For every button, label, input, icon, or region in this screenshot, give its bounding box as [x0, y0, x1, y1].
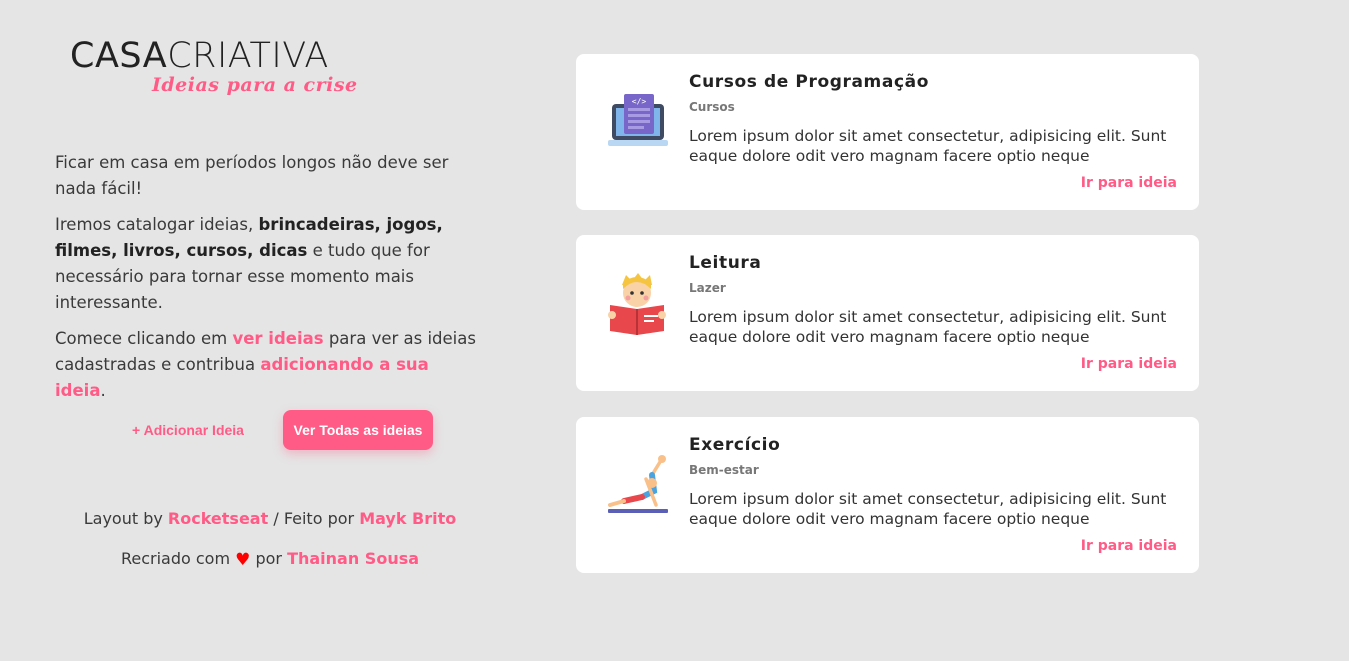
intro-paragraph-2: Iremos catalogar ideias, brincadeiras, j… [55, 215, 443, 312]
add-idea-button[interactable]: + Adicionar Ideia [118, 410, 258, 450]
svg-text:</>: </> [632, 97, 647, 106]
go-to-idea-link[interactable]: Ir para ideia [1081, 356, 1177, 372]
card-category: Bem-estar [689, 463, 759, 477]
card-category: Cursos [689, 100, 735, 114]
footer-remade-line: Recriado com ♥ por Thainan Sousa [55, 546, 485, 572]
footer-credits: Layout by Rocketseat / Feito por Mayk Br… [55, 506, 485, 586]
card-title: Leitura [689, 253, 762, 273]
intro-paragraph-3: Comece clicando em ver ideias para ver a… [55, 329, 476, 400]
footer-layout-line: Layout by Rocketseat / Feito por Mayk Br… [83, 509, 457, 528]
logo-wordmark: CASACRIATIVA [70, 36, 329, 76]
child-reading-icon [606, 271, 670, 335]
card-description: Lorem ipsum dolor sit amet consectetur, … [689, 127, 1167, 165]
idea-card: </> Cursos de Programação Cursos Lorem i… [576, 54, 1199, 210]
card-title: Exercício [689, 435, 781, 455]
logo-tagline: Ideias para a crise [152, 74, 358, 96]
laptop-code-icon: </> [606, 90, 670, 154]
go-to-idea-link[interactable]: Ir para ideia [1081, 175, 1177, 191]
card-title: Cursos de Programação [689, 72, 929, 92]
intro-text: Ficar em casa em períodos longos não dev… [55, 150, 485, 414]
card-description: Lorem ipsum dolor sit amet consectetur, … [689, 490, 1167, 528]
heart-icon: ♥ [235, 550, 251, 570]
idea-card: Exercício Bem-estar Lorem ipsum dolor si… [576, 417, 1199, 573]
idea-card: Leitura Lazer Lorem ipsum dolor sit amet… [576, 235, 1199, 391]
rocketseat-link[interactable]: Rocketseat [168, 509, 268, 528]
card-description: Lorem ipsum dolor sit amet consectetur, … [689, 308, 1167, 346]
yoga-exercise-icon [606, 453, 670, 517]
view-all-ideas-button[interactable]: Ver Todas as ideias [283, 410, 433, 450]
card-category: Lazer [689, 281, 726, 295]
site-logo[interactable]: CASACRIATIVA Ideias para a crise [70, 36, 370, 98]
mayk-brito-link[interactable]: Mayk Brito [359, 509, 456, 528]
intro-paragraph-1: Ficar em casa em períodos longos não dev… [55, 153, 449, 198]
go-to-idea-link[interactable]: Ir para ideia [1081, 538, 1177, 554]
ver-ideias-link[interactable]: ver ideias [232, 329, 323, 348]
thainan-sousa-link[interactable]: Thainan Sousa [287, 549, 419, 568]
